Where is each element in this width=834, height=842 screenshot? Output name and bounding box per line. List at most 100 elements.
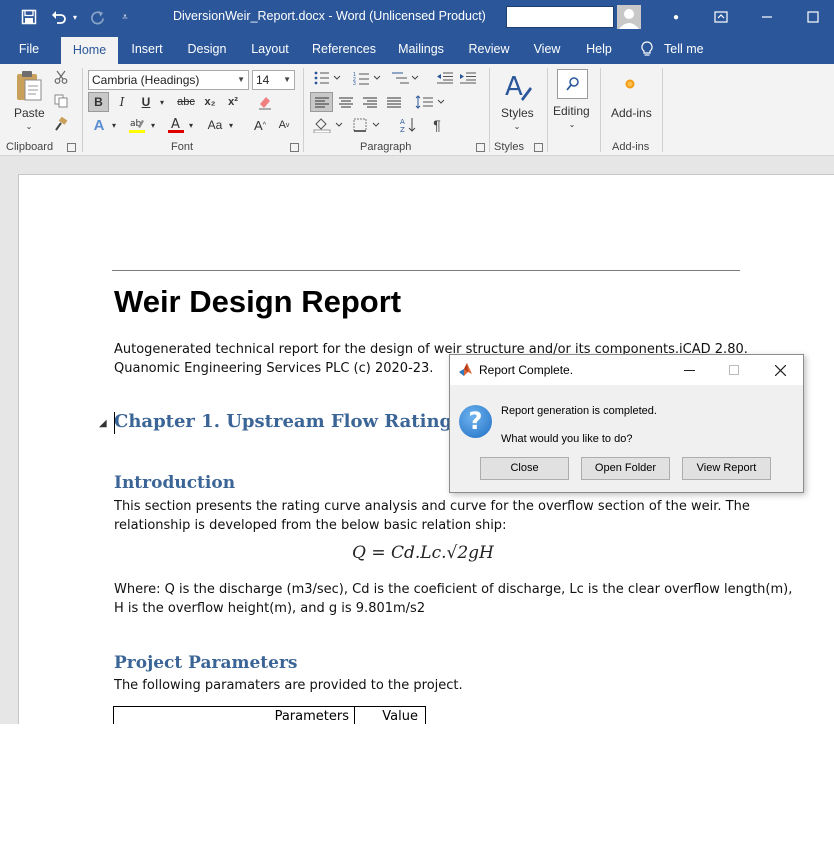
- justify-icon[interactable]: [384, 92, 404, 112]
- tab-references[interactable]: References: [308, 34, 380, 64]
- undo-icon[interactable]: [48, 0, 70, 34]
- change-case-button[interactable]: Aa: [204, 115, 226, 135]
- font-name-combo[interactable]: Cambria (Headings) ▼: [88, 70, 249, 90]
- close-button[interactable]: Close: [480, 457, 569, 480]
- customize-qat-icon[interactable]: ⩡: [118, 0, 132, 34]
- grow-font-button[interactable]: A ^: [252, 115, 268, 135]
- font-color-icon[interactable]: A: [166, 115, 186, 135]
- styles-icon[interactable]: A: [499, 68, 535, 106]
- tab-help[interactable]: Help: [580, 34, 618, 64]
- decrease-indent-icon[interactable]: [435, 68, 455, 88]
- group-divider: [303, 68, 304, 152]
- ribbon: Paste ⌄ Clipboard Cambria (Headings) ▼ 1…: [0, 64, 834, 156]
- highlight-dropdown-icon[interactable]: ▾: [148, 115, 158, 135]
- increase-indent-icon[interactable]: [458, 68, 478, 88]
- font-size-combo[interactable]: 14 ▼: [252, 70, 295, 90]
- maximize-icon[interactable]: [790, 0, 834, 34]
- show-formatting-button[interactable]: ¶: [428, 115, 446, 135]
- paste-dropdown-icon[interactable]: ⌄: [24, 121, 34, 131]
- bold-button[interactable]: B: [88, 92, 109, 112]
- view-report-button[interactable]: View Report: [682, 457, 771, 480]
- line-spacing-icon[interactable]: [414, 92, 446, 112]
- tab-design[interactable]: Design: [183, 34, 231, 64]
- align-left-icon[interactable]: [310, 92, 333, 112]
- underline-button[interactable]: U: [137, 92, 155, 112]
- document-title: Weir Design Report: [114, 284, 402, 319]
- redo-icon[interactable]: [86, 0, 108, 34]
- format-painter-icon[interactable]: [52, 115, 70, 133]
- align-right-icon[interactable]: [360, 92, 380, 112]
- text-effects-dropdown-icon[interactable]: ▾: [109, 115, 119, 135]
- highlight-color-icon[interactable]: ab: [127, 115, 147, 135]
- undo-dropdown-icon[interactable]: ▾: [70, 0, 80, 34]
- matlab-icon: [458, 362, 473, 377]
- align-center-icon[interactable]: [336, 92, 356, 112]
- copy-icon[interactable]: [52, 92, 70, 110]
- shading-icon[interactable]: [312, 115, 344, 135]
- open-folder-button[interactable]: Open Folder: [581, 457, 670, 480]
- font-color-dropdown-icon[interactable]: ▾: [186, 115, 196, 135]
- styles-dialog-launcher[interactable]: [534, 143, 543, 152]
- cut-icon[interactable]: [52, 68, 70, 86]
- tab-review[interactable]: Review: [464, 34, 514, 64]
- dialog-minimize-icon[interactable]: [669, 355, 709, 385]
- introduction-heading: Introduction: [114, 473, 236, 493]
- tab-file[interactable]: File: [10, 34, 48, 64]
- avatar[interactable]: [617, 5, 641, 29]
- clear-formatting-icon[interactable]: [255, 92, 275, 112]
- dialog-title-bar[interactable]: Report Complete.: [450, 355, 803, 385]
- dialog-maximize-icon[interactable]: [714, 355, 754, 385]
- subscript-button[interactable]: x₂: [201, 92, 219, 112]
- addins-group-label: Add-ins: [612, 141, 650, 153]
- bullets-icon[interactable]: [312, 68, 342, 88]
- italic-button[interactable]: I: [113, 92, 131, 112]
- intro-line-2: Quanomic Engineering Services PLC (c) 20…: [114, 361, 434, 376]
- multilevel-list-icon[interactable]: [390, 68, 420, 88]
- save-icon[interactable]: [16, 0, 42, 34]
- shrink-font-button[interactable]: Av: [276, 115, 292, 135]
- paste-icon[interactable]: [12, 68, 46, 104]
- dialog-close-icon[interactable]: [760, 355, 800, 385]
- group-divider: [662, 68, 663, 152]
- styles-button[interactable]: Styles: [501, 106, 534, 120]
- tab-insert[interactable]: Insert: [125, 34, 169, 64]
- paragraph-group-label: Paragraph: [360, 141, 412, 153]
- clipboard-dialog-launcher[interactable]: [67, 143, 76, 152]
- editing-button[interactable]: Editing: [553, 104, 590, 118]
- word-window: ▾ ⩡ DiversionWeir_Report.docx - Word (Un…: [0, 0, 834, 724]
- change-case-dropdown-icon[interactable]: ▾: [226, 115, 236, 135]
- sort-icon[interactable]: AZ: [398, 115, 418, 135]
- ribbon-display-options-icon[interactable]: [698, 0, 744, 34]
- text-effects-icon[interactable]: A: [90, 115, 108, 135]
- intro-paragraph-line-1: This section presents the rating curve a…: [114, 499, 750, 514]
- lightbulb-icon[interactable]: [640, 34, 654, 64]
- where-line-1: Where: Q is the discharge (m3/sec), Cd i…: [114, 582, 793, 597]
- font-name-value: Cambria (Headings): [92, 73, 200, 87]
- editing-dropdown-icon[interactable]: ⌄: [567, 119, 577, 129]
- tab-view[interactable]: View: [527, 34, 567, 64]
- underline-dropdown-icon[interactable]: ▾: [157, 92, 167, 112]
- search-box[interactable]: [506, 6, 614, 28]
- numbering-icon[interactable]: 123: [352, 68, 382, 88]
- find-icon[interactable]: [557, 69, 588, 99]
- where-line-2: H is the overflow height(m), and g is 9.…: [114, 601, 426, 616]
- font-dialog-launcher[interactable]: [290, 143, 299, 152]
- borders-icon[interactable]: [352, 115, 384, 135]
- addins-icon[interactable]: [622, 76, 638, 92]
- collapse-heading-icon[interactable]: ◢: [99, 418, 107, 429]
- parameters-table: Parameters Value: [113, 706, 426, 724]
- tab-layout[interactable]: Layout: [245, 34, 295, 64]
- ribbon-options-dot-icon[interactable]: ●: [653, 0, 699, 34]
- paragraph-dialog-launcher[interactable]: [476, 143, 485, 152]
- addins-button[interactable]: Add-ins: [611, 106, 652, 120]
- grow-font-label: A: [254, 117, 263, 133]
- intro-paragraph-line-2: relationship is developed from the below…: [114, 518, 507, 533]
- strikethrough-button[interactable]: abc: [174, 92, 198, 112]
- superscript-button[interactable]: x²: [224, 92, 242, 112]
- styles-dropdown-icon[interactable]: ⌄: [512, 121, 522, 131]
- tab-mailings[interactable]: Mailings: [393, 34, 449, 64]
- tell-me-search[interactable]: Tell me: [664, 34, 708, 64]
- paste-label[interactable]: Paste: [14, 106, 45, 120]
- minimize-icon[interactable]: [744, 0, 790, 34]
- tab-home[interactable]: Home: [61, 37, 118, 64]
